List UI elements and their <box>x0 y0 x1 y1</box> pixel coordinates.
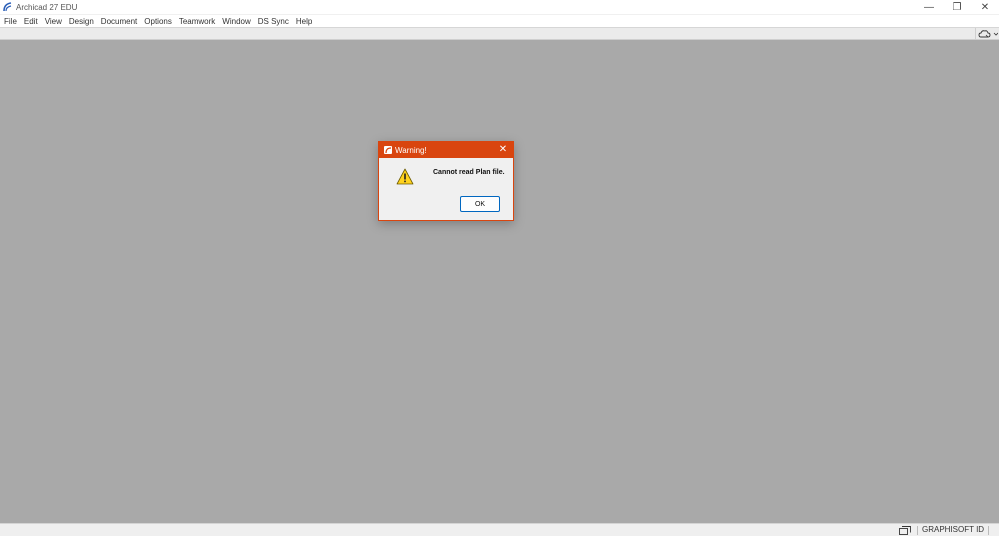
menu-item-options[interactable]: Options <box>144 17 172 26</box>
menu-item-window[interactable]: Window <box>222 17 250 26</box>
window-controls: — ❐ ✕ <box>915 0 999 15</box>
title-bar: Archicad 27 EDU — ❐ ✕ <box>0 0 999 15</box>
restore-icon: ❐ <box>952 2 962 13</box>
workspace <box>0 40 999 523</box>
ok-button[interactable]: OK <box>460 196 500 212</box>
dialog-message: Cannot read Plan file. <box>433 169 505 176</box>
menu-item-file[interactable]: File <box>4 17 17 26</box>
menu-bar: File Edit View Design Document Options T… <box>0 15 999 27</box>
archicad-dialog-icon <box>384 146 392 154</box>
graphisoft-id-button[interactable]: GRAPHISOFT ID <box>922 525 984 534</box>
status-bar: GRAPHISOFT ID <box>0 523 999 536</box>
warning-dialog: Warning! ✕ Cannot read Plan file. OK <box>378 141 514 221</box>
menu-item-help[interactable]: Help <box>296 17 312 26</box>
minimize-icon: — <box>924 2 934 13</box>
archicad-logo-icon <box>3 2 12 12</box>
menu-item-teamwork[interactable]: Teamwork <box>179 17 215 26</box>
close-button[interactable]: ✕ <box>971 0 999 15</box>
dialog-title: Warning! <box>395 145 427 155</box>
toolbar <box>0 27 999 40</box>
menu-item-ds-sync[interactable]: DS Sync <box>258 17 289 26</box>
dialog-title-bar: Warning! ✕ <box>379 142 513 158</box>
ok-button-label: OK <box>474 200 486 208</box>
status-divider <box>988 526 989 535</box>
status-divider <box>917 526 918 535</box>
minimize-button[interactable]: — <box>915 0 943 15</box>
window-title: Archicad 27 EDU <box>16 2 78 12</box>
menu-item-document[interactable]: Document <box>101 17 137 26</box>
menu-item-view[interactable]: View <box>45 17 62 26</box>
dialog-close-icon[interactable]: ✕ <box>498 144 508 156</box>
cloud-tool-button[interactable] <box>975 28 999 40</box>
window-layout-icon[interactable] <box>899 526 911 535</box>
warning-icon <box>396 168 414 185</box>
menu-item-design[interactable]: Design <box>69 17 94 26</box>
close-icon: ✕ <box>980 2 990 13</box>
restore-button[interactable]: ❐ <box>943 0 971 15</box>
cloud-dropdown-icon <box>978 30 998 38</box>
menu-item-edit[interactable]: Edit <box>24 17 38 26</box>
